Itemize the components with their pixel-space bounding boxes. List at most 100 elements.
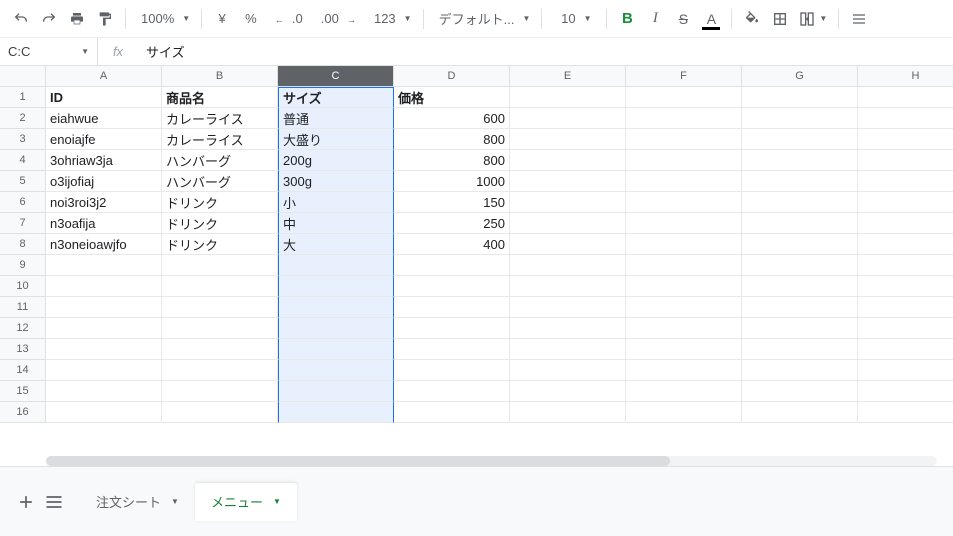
horizontal-scrollbar[interactable]	[46, 456, 937, 466]
row-header-14[interactable]: 14	[0, 360, 46, 381]
zoom-dropdown[interactable]: 100%▼	[133, 6, 194, 32]
cell-H4[interactable]	[858, 150, 953, 171]
cell-A5[interactable]: o3ijofiaj	[46, 171, 162, 192]
cell-D6[interactable]: 150	[394, 192, 510, 213]
cell-B2[interactable]: カレーライス	[162, 108, 278, 129]
cell-G11[interactable]	[742, 297, 858, 318]
cell-A8[interactable]: n3oneioawjfo	[46, 234, 162, 255]
cell-C5[interactable]: 300g	[278, 171, 394, 192]
number-format-dropdown[interactable]: 123▼	[366, 6, 416, 32]
cell-B12[interactable]	[162, 318, 278, 339]
cell-H8[interactable]	[858, 234, 953, 255]
cell-C9[interactable]	[278, 255, 394, 276]
cell-E2[interactable]	[510, 108, 626, 129]
formula-input[interactable]	[138, 38, 953, 65]
column-header-G[interactable]: G	[742, 66, 858, 87]
text-color-button[interactable]: A	[698, 6, 724, 32]
italic-button[interactable]: I	[642, 6, 668, 32]
cell-E8[interactable]	[510, 234, 626, 255]
cell-F2[interactable]	[626, 108, 742, 129]
font-size-dropdown[interactable]: 10▼	[549, 6, 599, 32]
cell-D9[interactable]	[394, 255, 510, 276]
cell-C15[interactable]	[278, 381, 394, 402]
cell-A9[interactable]	[46, 255, 162, 276]
cell-H5[interactable]	[858, 171, 953, 192]
font-dropdown[interactable]: デフォルト...▼	[431, 6, 535, 32]
row-header-9[interactable]: 9	[0, 255, 46, 276]
cell-C1[interactable]: サイズ	[278, 87, 394, 108]
align-button[interactable]	[846, 6, 872, 32]
cell-C10[interactable]	[278, 276, 394, 297]
cell-H6[interactable]	[858, 192, 953, 213]
cell-A1[interactable]: ID	[46, 87, 162, 108]
cell-A7[interactable]: n3oafija	[46, 213, 162, 234]
currency-button[interactable]: ¥	[209, 6, 235, 32]
cell-D3[interactable]: 800	[394, 129, 510, 150]
add-sheet-button[interactable]	[12, 488, 40, 516]
cell-H9[interactable]	[858, 255, 953, 276]
cell-A16[interactable]	[46, 402, 162, 423]
cell-G9[interactable]	[742, 255, 858, 276]
row-header-6[interactable]: 6	[0, 192, 46, 213]
column-header-C[interactable]: C	[278, 66, 394, 87]
cell-G1[interactable]	[742, 87, 858, 108]
cell-D8[interactable]: 400	[394, 234, 510, 255]
cell-A10[interactable]	[46, 276, 162, 297]
cell-F11[interactable]	[626, 297, 742, 318]
undo-button[interactable]	[8, 6, 34, 32]
cell-D1[interactable]: 価格	[394, 87, 510, 108]
cell-F3[interactable]	[626, 129, 742, 150]
strikethrough-button[interactable]: S	[670, 6, 696, 32]
row-header-3[interactable]: 3	[0, 129, 46, 150]
cell-H15[interactable]	[858, 381, 953, 402]
column-header-H[interactable]: H	[858, 66, 953, 87]
cell-B6[interactable]: ドリンク	[162, 192, 278, 213]
cell-E10[interactable]	[510, 276, 626, 297]
cell-C8[interactable]: 大	[278, 234, 394, 255]
cell-A3[interactable]: enoiajfe	[46, 129, 162, 150]
cell-C11[interactable]	[278, 297, 394, 318]
cell-D2[interactable]: 600	[394, 108, 510, 129]
cell-E14[interactable]	[510, 360, 626, 381]
cell-E7[interactable]	[510, 213, 626, 234]
row-header-5[interactable]: 5	[0, 171, 46, 192]
cell-G2[interactable]	[742, 108, 858, 129]
cell-H3[interactable]	[858, 129, 953, 150]
row-header-1[interactable]: 1	[0, 87, 46, 108]
cell-H16[interactable]	[858, 402, 953, 423]
cell-C3[interactable]: 大盛り	[278, 129, 394, 150]
cell-C16[interactable]	[278, 402, 394, 423]
cell-B5[interactable]: ハンバーグ	[162, 171, 278, 192]
cell-E13[interactable]	[510, 339, 626, 360]
cell-G5[interactable]	[742, 171, 858, 192]
cell-G12[interactable]	[742, 318, 858, 339]
all-sheets-button[interactable]	[40, 488, 68, 516]
cell-G15[interactable]	[742, 381, 858, 402]
cell-D13[interactable]	[394, 339, 510, 360]
cell-E4[interactable]	[510, 150, 626, 171]
name-box[interactable]: C:C ▼	[0, 38, 98, 65]
bold-button[interactable]: B	[614, 6, 640, 32]
cell-B9[interactable]	[162, 255, 278, 276]
cell-B4[interactable]: ハンバーグ	[162, 150, 278, 171]
cell-H12[interactable]	[858, 318, 953, 339]
cell-G16[interactable]	[742, 402, 858, 423]
cell-G14[interactable]	[742, 360, 858, 381]
print-button[interactable]	[64, 6, 90, 32]
borders-button[interactable]	[767, 6, 793, 32]
cell-D12[interactable]	[394, 318, 510, 339]
cell-D10[interactable]	[394, 276, 510, 297]
cell-C7[interactable]: 中	[278, 213, 394, 234]
row-header-15[interactable]: 15	[0, 381, 46, 402]
cell-A2[interactable]: eiahwue	[46, 108, 162, 129]
cell-A15[interactable]	[46, 381, 162, 402]
cell-D7[interactable]: 250	[394, 213, 510, 234]
cell-B13[interactable]	[162, 339, 278, 360]
column-header-B[interactable]: B	[162, 66, 278, 87]
row-header-13[interactable]: 13	[0, 339, 46, 360]
cell-C14[interactable]	[278, 360, 394, 381]
cell-C2[interactable]: 普通	[278, 108, 394, 129]
cell-A4[interactable]: 3ohriaw3ja	[46, 150, 162, 171]
percent-button[interactable]: %	[237, 6, 265, 32]
cell-B15[interactable]	[162, 381, 278, 402]
